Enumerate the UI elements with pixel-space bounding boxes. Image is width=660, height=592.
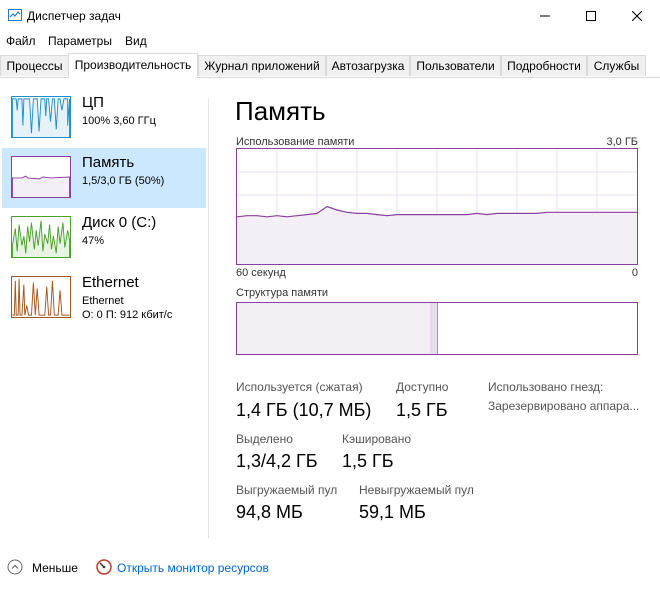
- cpu-thumbnail-graph: [11, 96, 71, 138]
- usage-graph-max: 3,0 ГБ: [606, 136, 638, 148]
- open-resource-monitor-link[interactable]: Открыть монитор ресурсов: [117, 561, 269, 575]
- maximize-icon: [586, 11, 596, 21]
- menu-options[interactable]: Параметры: [48, 34, 112, 48]
- tab-startup[interactable]: Автозагрузка: [326, 55, 410, 76]
- composition-in-use[interactable]: [237, 303, 431, 354]
- tab-performance[interactable]: Производительность: [68, 53, 198, 78]
- cached-value: 1,5 ГБ: [342, 451, 394, 471]
- usage-graph-label: Использование памяти: [236, 136, 355, 148]
- resource-sidebar: ЦП 100% 3,60 ГГц Память 1,5/3,0 ГБ (50%)…: [0, 85, 208, 485]
- tab-app-history[interactable]: Журнал приложений: [198, 55, 326, 76]
- graph-axis-left: 60 секунд: [236, 267, 286, 279]
- structure-label: Структура памяти: [236, 287, 329, 299]
- task-manager-icon: [8, 9, 22, 21]
- sidebar-item-subtitle: Ethernet: [82, 295, 124, 307]
- memory-usage-chart: [236, 149, 637, 264]
- window-title: Диспетчер задач: [27, 9, 121, 23]
- close-button[interactable]: [614, 0, 660, 32]
- memory-usage-graph: [236, 148, 638, 265]
- sidebar-item-subtitle: 100% 3,60 ГГц: [82, 115, 156, 127]
- tab-bar: Процессы Производительность Журнал прило…: [0, 53, 660, 78]
- composition-modified[interactable]: [430, 303, 438, 354]
- paged-pool-label: Выгружаемый пул: [236, 483, 338, 497]
- minimize-button[interactable]: [522, 0, 568, 32]
- sidebar-item-disk[interactable]: Диск 0 (C:) 47%: [2, 208, 206, 268]
- sidebar-item-ethernet[interactable]: Ethernet Ethernet О: 0 П: 912 кбит/с: [2, 268, 206, 328]
- page-title: Память: [235, 96, 326, 126]
- disk-thumbnail-graph: [11, 216, 71, 258]
- sidebar-item-title: Ethernet: [82, 274, 139, 291]
- minimize-icon: [540, 15, 550, 17]
- memory-composition-bar[interactable]: [236, 302, 638, 355]
- committed-value: 1,3/4,2 ГБ: [236, 451, 318, 471]
- sidebar-item-title: ЦП: [82, 94, 104, 111]
- tab-services[interactable]: Службы: [587, 55, 646, 76]
- resource-monitor-icon: [96, 559, 112, 575]
- slots-used-label: Использовано гнезд:: [488, 380, 604, 394]
- sidebar-item-title: Память: [82, 154, 135, 171]
- menu-view[interactable]: Вид: [125, 34, 147, 48]
- paged-pool-value: 94,8 МБ: [236, 502, 303, 522]
- close-icon: [632, 11, 642, 21]
- sidebar-item-title: Диск 0 (C:): [82, 214, 157, 231]
- title-bar: Диспетчер задач: [0, 0, 660, 32]
- in-use-value: 1,4 ГБ (10,7 МБ): [236, 400, 372, 420]
- tab-users[interactable]: Пользователи: [410, 55, 501, 76]
- sidebar-item-throughput: О: 0 П: 912 кбит/с: [82, 309, 173, 321]
- available-value: 1,5 ГБ: [396, 400, 448, 420]
- hardware-reserved-label: Зарезервировано аппара...: [488, 399, 640, 413]
- available-label: Доступно: [396, 380, 449, 394]
- fewer-details-button[interactable]: Меньше: [32, 561, 78, 575]
- sidebar-item-memory[interactable]: Память 1,5/3,0 ГБ (50%): [2, 148, 206, 208]
- ethernet-thumbnail-graph: [11, 276, 71, 318]
- memory-thumbnail-graph: [11, 156, 71, 198]
- sidebar-divider: [208, 98, 209, 538]
- sidebar-item-cpu[interactable]: ЦП 100% 3,60 ГГц: [2, 88, 206, 148]
- menu-bar: Файл Параметры Вид: [0, 32, 660, 52]
- tab-details[interactable]: Подробности: [501, 55, 587, 76]
- nonpaged-pool-value: 59,1 МБ: [359, 502, 426, 522]
- sidebar-item-subtitle: 1,5/3,0 ГБ (50%): [82, 175, 165, 187]
- nonpaged-pool-label: Невыгружаемый пул: [359, 483, 474, 497]
- menu-file[interactable]: Файл: [6, 34, 36, 48]
- sidebar-item-subtitle: 47%: [82, 235, 105, 247]
- in-use-label: Используется (сжатая): [236, 380, 363, 394]
- graph-axis-right: 0: [631, 267, 638, 279]
- chevron-up-icon[interactable]: [7, 559, 23, 575]
- maximize-button[interactable]: [568, 0, 614, 32]
- tab-processes[interactable]: Процессы: [0, 55, 69, 76]
- committed-label: Выделено: [236, 432, 293, 446]
- cached-label: Кэшировано: [342, 432, 412, 446]
